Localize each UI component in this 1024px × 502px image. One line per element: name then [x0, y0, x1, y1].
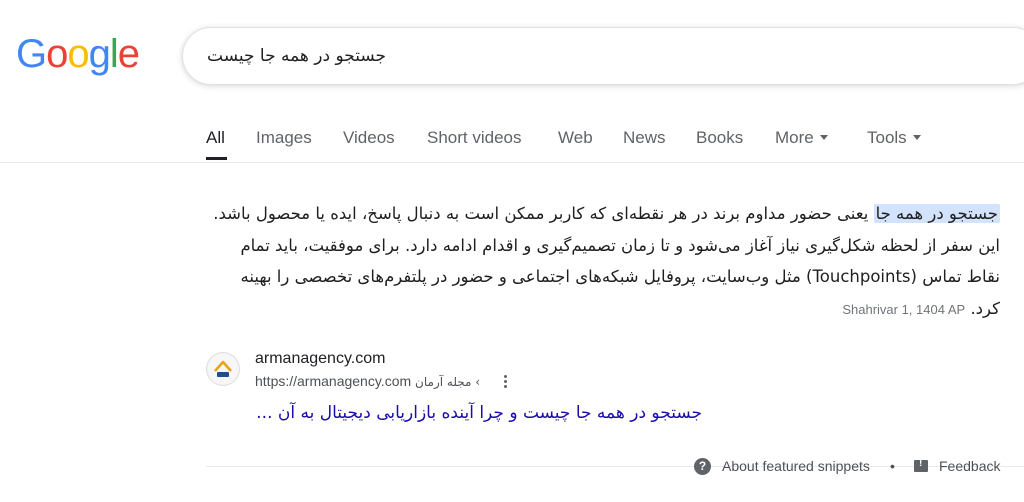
result-url[interactable]: https://armanagency.com › مجله آرمان	[255, 373, 480, 389]
help-icon[interactable]: ?	[694, 458, 711, 475]
active-tab-indicator	[206, 157, 227, 160]
tab-more[interactable]: More	[775, 128, 828, 148]
result-url-text: https://armanagency.com	[255, 373, 412, 389]
more-options-icon[interactable]	[500, 373, 510, 391]
footer-separator: •	[890, 458, 895, 474]
tab-news[interactable]: News	[623, 128, 666, 148]
result-breadcrumb: › مجله آرمان	[415, 375, 481, 389]
logo-letter: g	[88, 32, 111, 76]
tab-books[interactable]: Books	[696, 128, 743, 148]
result-title-link[interactable]: جستجو در همه جا چیست و چرا آینده بازاریا…	[206, 398, 702, 428]
google-logo[interactable]: Google	[16, 32, 140, 76]
tab-tools[interactable]: Tools	[867, 128, 921, 148]
tab-all[interactable]: All	[206, 128, 225, 148]
snippet-highlight: جستجو در همه جا	[873, 204, 1000, 223]
logo-letter: o	[46, 32, 68, 76]
search-input[interactable]	[207, 28, 807, 84]
logo-letter: e	[117, 32, 140, 76]
tab-tools-label: Tools	[867, 128, 907, 147]
logo-letter: o	[67, 32, 89, 76]
featured-snippet: جستجو در همه جا یعنی حضور مداوم برند در …	[206, 198, 1000, 325]
tab-web[interactable]: Web	[558, 128, 593, 148]
snippet-date: Shahrivar 1, 1404 AP	[842, 301, 966, 317]
arman-logo-icon[interactable]	[206, 352, 240, 386]
tab-videos[interactable]: Videos	[343, 128, 395, 148]
tab-images[interactable]: Images	[256, 128, 312, 148]
about-featured-snippets-link[interactable]: About featured snippets	[722, 458, 870, 474]
tab-more-label: More	[775, 128, 814, 147]
search-box[interactable]	[182, 27, 1024, 85]
feedback-link[interactable]: Feedback	[939, 458, 1000, 474]
logo-letter: l	[109, 32, 119, 76]
footer-divider	[206, 466, 1024, 467]
result-site-name[interactable]: armanagency.com	[255, 350, 385, 368]
caret-down-icon	[819, 135, 828, 141]
header-divider	[0, 162, 1024, 163]
feedback-icon[interactable]	[914, 458, 928, 472]
tab-short-videos[interactable]: Short videos	[427, 128, 522, 148]
logo-letter: G	[16, 32, 47, 76]
caret-down-icon	[912, 135, 921, 141]
